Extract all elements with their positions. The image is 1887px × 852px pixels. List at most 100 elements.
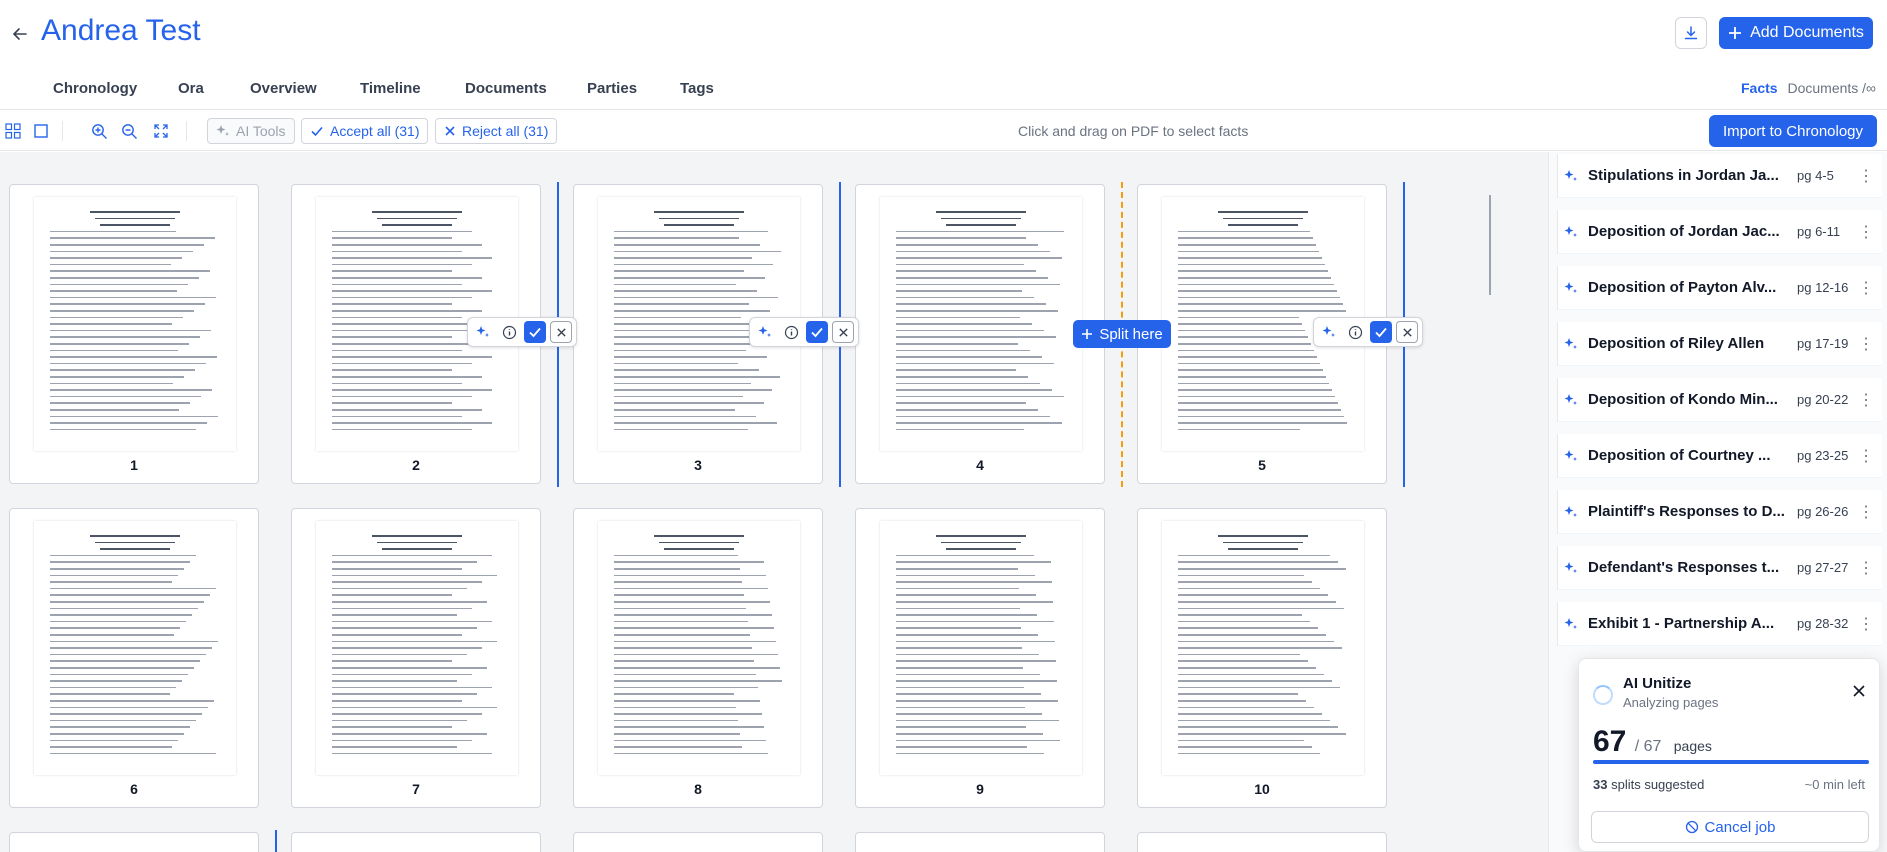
document-text-line: [614, 587, 768, 590]
ai-tools-button[interactable]: AI Tools: [207, 118, 295, 144]
download-button[interactable]: [1675, 17, 1707, 49]
document-text-line: [95, 541, 175, 544]
document-text-line: [50, 686, 176, 689]
reject-all-button[interactable]: Reject all (31): [435, 118, 558, 144]
page-thumbnail[interactable]: [1137, 832, 1387, 852]
fact-list-item[interactable]: Deposition of Jordan Jac... pg 6-11 ⋮: [1557, 210, 1882, 254]
back-button[interactable]: [6, 20, 34, 48]
zoom-out-button[interactable]: [116, 118, 142, 144]
accept-all-button[interactable]: Accept all (31): [301, 118, 429, 144]
fact-list-item[interactable]: Defendant's Responses t... pg 27-27 ⋮: [1557, 546, 1882, 590]
document-text-line: [1178, 620, 1310, 623]
fact-list-item[interactable]: Deposition of Riley Allen pg 17-19 ⋮: [1557, 322, 1882, 366]
page-thumbnail[interactable]: 10: [1137, 508, 1387, 808]
info-button[interactable]: [498, 321, 520, 343]
splits-count: 33: [1593, 777, 1608, 792]
info-button[interactable]: [780, 321, 802, 343]
more-options-icon[interactable]: ⋮: [1858, 222, 1874, 242]
accept-split-button[interactable]: [806, 321, 828, 343]
document-text-line: [50, 428, 196, 431]
document-text-line: [896, 614, 1037, 616]
row-scrollbar[interactable]: [1489, 195, 1491, 295]
split-action-pill: [1313, 317, 1423, 347]
fact-list-item[interactable]: Stipulations in Jordan Ja... pg 4-5 ⋮: [1557, 154, 1882, 198]
more-options-icon[interactable]: ⋮: [1858, 446, 1874, 466]
page-thumbnail[interactable]: [855, 832, 1105, 852]
document-text-line: [50, 316, 183, 319]
document-text-line: [332, 607, 472, 610]
tab-chronology[interactable]: Chronology: [53, 80, 137, 97]
document-text-line: [614, 415, 756, 418]
document-text-line: [1178, 574, 1304, 577]
tab-parties[interactable]: Parties: [587, 80, 637, 97]
reject-split-button[interactable]: [550, 321, 572, 343]
fact-list-item[interactable]: Deposition of Courtney ... pg 23-25 ⋮: [1557, 434, 1882, 478]
sparkle-icon: [216, 125, 229, 136]
fact-list-item[interactable]: Deposition of Payton Alv... pg 12-16 ⋮: [1557, 266, 1882, 310]
document-text-line: [1178, 428, 1300, 431]
document-text-line: [1178, 614, 1302, 616]
more-options-icon[interactable]: ⋮: [1858, 334, 1874, 354]
close-ai-job-button[interactable]: [1851, 683, 1869, 701]
document-text-line: [936, 535, 1026, 537]
document-text-line: [614, 263, 773, 266]
document-text-line: [896, 686, 1024, 689]
import-to-chronology-button[interactable]: Import to Chronology: [1709, 115, 1877, 147]
more-options-icon[interactable]: ⋮: [1858, 502, 1874, 522]
document-text-line: [332, 746, 457, 748]
tab-overview[interactable]: Overview: [250, 80, 317, 97]
more-options-icon[interactable]: ⋮: [1858, 166, 1874, 186]
tab-documents[interactable]: Documents: [465, 80, 547, 97]
accept-split-button[interactable]: [1370, 321, 1392, 343]
more-options-icon[interactable]: ⋮: [1858, 278, 1874, 298]
pdf-page-grid[interactable]: 1 2 3 4 5 Split here 6 7 8 9 10: [0, 152, 1548, 852]
fact-list-item[interactable]: Exhibit 1 - Partnership A... pg 28-32 ⋮: [1557, 602, 1882, 646]
more-options-icon[interactable]: ⋮: [1858, 558, 1874, 578]
page-thumbnail[interactable]: 6: [9, 508, 259, 808]
ai-sparkle-button[interactable]: [472, 321, 494, 343]
document-text-line: [896, 700, 1058, 702]
accept-split-button[interactable]: [524, 321, 546, 343]
document-text-line: [50, 627, 180, 629]
document-text-line: [614, 634, 750, 636]
split-marker[interactable]: [275, 830, 277, 852]
document-text-line: [50, 607, 198, 610]
document-text-line: [332, 316, 462, 319]
fact-list-item[interactable]: Deposition of Kondo Min... pg 20-22 ⋮: [1557, 378, 1882, 422]
more-options-icon[interactable]: ⋮: [1858, 390, 1874, 410]
tab-timeline[interactable]: Timeline: [360, 80, 421, 97]
cancel-job-button[interactable]: Cancel job: [1591, 811, 1869, 843]
tab-facts[interactable]: Facts: [1741, 80, 1778, 96]
fact-list-item[interactable]: Plaintiff's Responses to D... pg 26-26 ⋮: [1557, 490, 1882, 534]
page-thumbnail[interactable]: 8: [573, 508, 823, 808]
page-preview: [34, 197, 236, 451]
tab-tags[interactable]: Tags: [680, 80, 714, 97]
document-text-line: [896, 376, 1028, 378]
page-thumbnail[interactable]: [291, 832, 541, 852]
tab-documents-count[interactable]: Documents /∞: [1787, 80, 1876, 96]
ai-sparkle-button[interactable]: [1318, 321, 1340, 343]
page-thumbnail[interactable]: 7: [291, 508, 541, 808]
ai-sparkle-button[interactable]: [754, 321, 776, 343]
grid-view-button[interactable]: [0, 118, 26, 144]
more-options-icon[interactable]: ⋮: [1858, 614, 1874, 634]
fit-screen-button[interactable]: [148, 118, 174, 144]
add-documents-button[interactable]: Add Documents: [1719, 17, 1873, 49]
document-text-line: [332, 574, 497, 577]
split-here-button[interactable]: Split here: [1073, 320, 1171, 348]
document-text-line: [614, 283, 736, 286]
tab-ora[interactable]: Ora: [178, 80, 204, 97]
page-thumbnail[interactable]: [573, 832, 823, 852]
page-thumbnail[interactable]: 4: [855, 184, 1105, 484]
zoom-in-button[interactable]: [86, 118, 112, 144]
page-thumbnail[interactable]: 9: [855, 508, 1105, 808]
info-button[interactable]: [1344, 321, 1366, 343]
document-text-line: [896, 607, 1020, 610]
reject-split-button[interactable]: [832, 321, 854, 343]
page-thumbnail[interactable]: [9, 832, 259, 852]
view-toggle: Facts Documents /∞: [1741, 80, 1876, 96]
reject-split-button[interactable]: [1396, 321, 1418, 343]
single-view-button[interactable]: [28, 118, 54, 144]
page-thumbnail[interactable]: 1: [9, 184, 259, 484]
document-text-line: [614, 640, 776, 643]
